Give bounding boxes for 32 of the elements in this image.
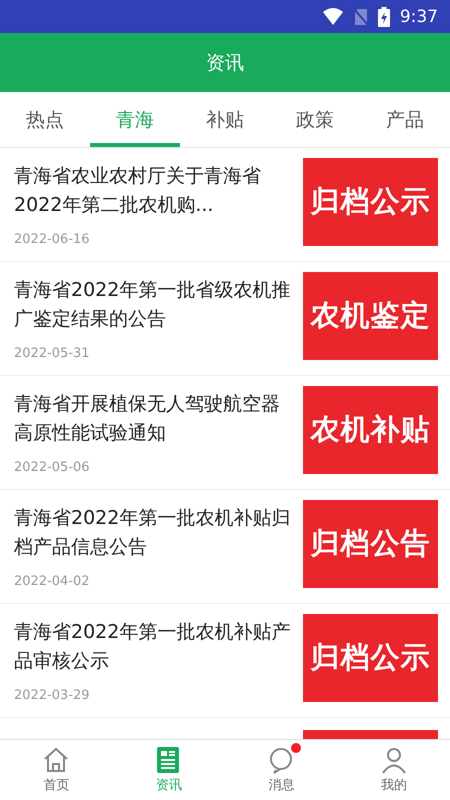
person-icon [380,746,408,774]
article-date: 2022-04-02 [14,574,91,589]
category-tab[interactable]: 补贴 [180,92,270,147]
header-title: 资讯 [206,50,244,76]
nav-tab[interactable]: 首页 [0,740,112,800]
battery-charging-icon [378,6,390,26]
article-thumbnail[interactable]: 归档公告 [303,500,438,588]
nav-tab[interactable]: 我的 [338,740,450,800]
home-icon [42,746,70,774]
newspaper-icon [156,746,182,774]
article-thumbnail[interactable]: 农机补贴 [303,386,438,474]
wifi-icon [322,8,344,26]
category-tab[interactable]: 产品 [360,92,450,147]
category-tab[interactable]: 青海 [90,92,180,147]
nav-tab[interactable]: 资讯 [112,740,225,800]
article-date: 2022-06-16 [14,232,91,247]
article-thumbnail[interactable]: 农机鉴定 [303,272,438,360]
article-thumbnail[interactable]: 归档公示 [303,158,438,246]
category-tab[interactable]: 热点 [0,92,90,147]
article-date: 2022-05-31 [14,346,91,361]
article-thumbnail[interactable]: 归档公示 [303,614,438,702]
no-sim-icon [354,8,368,26]
article-title[interactable]: 青海省2022年第一批省级农机推广鉴定结果的公告 [14,276,291,334]
article-title[interactable]: 青海省2022年第一批农机补贴产品审核公示 [14,618,291,676]
article-title[interactable]: 青海省农业农村厅关于青海省2022年第二批农机购... [14,162,291,220]
article-title[interactable]: 青海省2022年第一批农机补贴归档产品信息公告 [14,504,291,562]
category-tab[interactable]: 政策 [270,92,360,147]
article-date: 2022-05-06 [14,460,91,475]
status-time: 9:37 [400,6,438,26]
article-title[interactable]: 青海省开展植保无人驾驶航空器高原性能试验通知 [14,390,291,448]
nav-tab[interactable]: 消息 [225,740,338,800]
article-date: 2022-03-29 [14,688,91,703]
